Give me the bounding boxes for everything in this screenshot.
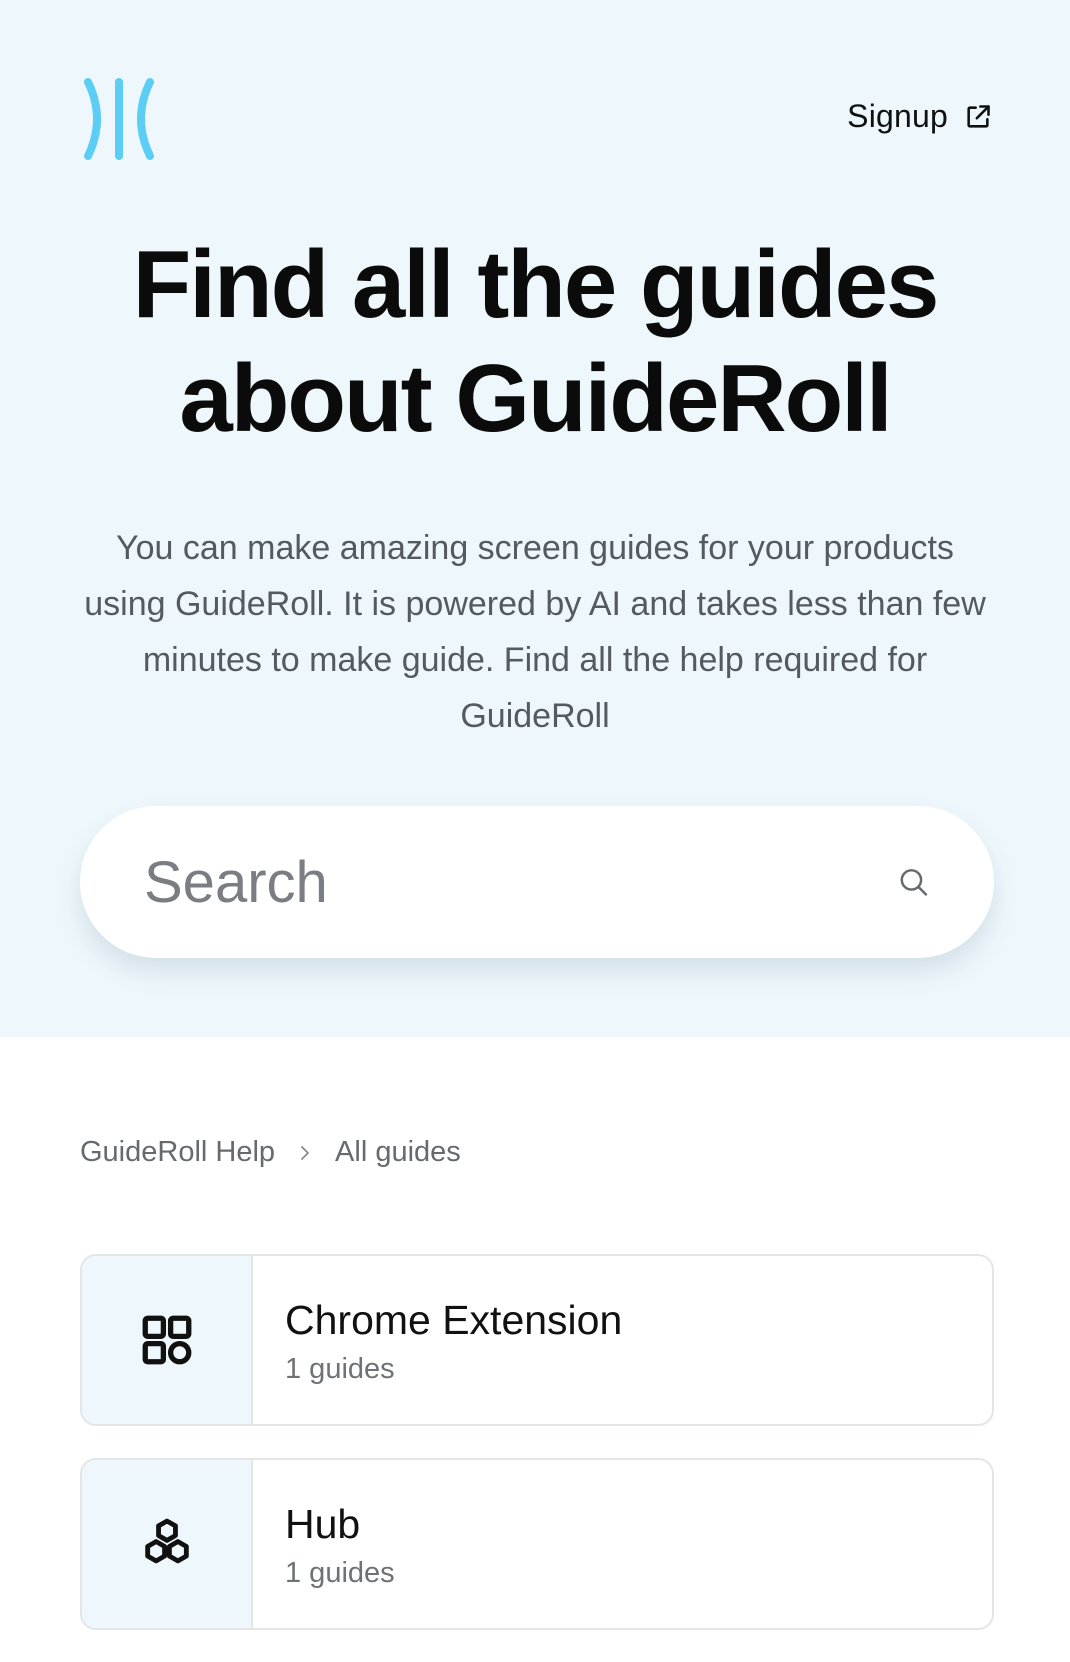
collection-title: Hub [285,1500,361,1547]
search-input[interactable] [144,848,897,916]
signup-link[interactable]: Signup [847,98,992,135]
guideroll-logo-icon[interactable] [82,76,158,162]
external-link-icon [967,104,990,128]
collection-icon-cell [82,1460,253,1628]
collection-icon-cell [82,1256,253,1424]
collection-card-body: Chrome Extension 1 guides [253,1256,992,1424]
collection-card-chrome-extension[interactable]: Chrome Extension 1 guides [80,1254,994,1426]
page-title-line-2: about GuideRoll [179,345,892,452]
breadcrumb: GuideRoll Help All guides [80,1136,461,1169]
apps-grid-icon [142,1315,191,1365]
collection-card-hub[interactable]: Hub 1 guides [80,1458,994,1630]
collection-card-body: Hub 1 guides [253,1460,992,1628]
page-title-line-1: Find all the guides [132,231,940,338]
signup-label: Signup [847,98,948,134]
breadcrumb-item-all-guides[interactable]: All guides [335,1136,461,1169]
collection-list: Chrome Extension 1 guides Hub 1 guides [80,1254,994,1662]
collection-title: Chrome Extension [285,1296,623,1343]
breadcrumb-item-home[interactable]: GuideRoll Help [80,1136,275,1169]
hero-section: Signup Find all the guides about GuideRo… [0,0,1070,1037]
hero-description: You can make amazing screen guides for y… [84,529,986,735]
hexagons-icon [144,1518,189,1564]
collection-guide-count: 1 guides [285,1556,395,1589]
search-icon[interactable] [897,853,930,911]
page-title: Find all the guides about GuideRoll [60,228,1010,456]
search-bar[interactable] [80,806,994,958]
collection-guide-count: 1 guides [285,1352,395,1385]
chevron-right-icon [301,1145,309,1160]
